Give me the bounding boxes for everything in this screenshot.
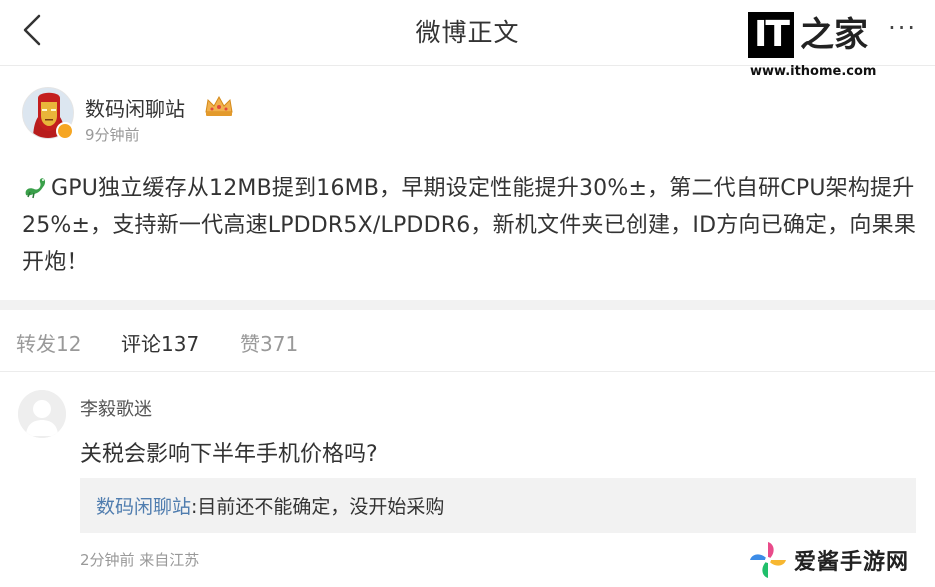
reply-box[interactable]: 数码闲聊站:目前还不能确定，没开始采购 [80,478,916,533]
tab-reposts[interactable]: 转发12 [16,328,81,357]
more-options-button[interactable]: ··· [888,14,917,42]
post-timestamp: 9分钟前 [85,126,140,144]
aijiang-watermark: 爱酱手游网 [748,537,928,583]
commenter-name[interactable]: 李毅歌迷 [80,395,152,421]
reply-author-link[interactable]: 数码闲聊站 [96,496,191,518]
tab-likes[interactable]: 赞371 [240,328,298,357]
comment-text: 关税会影响下半年手机价格吗? [80,442,378,467]
section-divider [0,300,935,310]
tab-comments[interactable]: 评论137 [121,328,199,357]
post-content: GPU独立缓存从12MB提到16MB，早期设定性能提升30%±，第二代自研CPU… [22,170,917,281]
comment-meta: 2分钟前 来自江苏 [80,551,200,569]
commenter-avatar[interactable] [18,390,66,438]
verified-badge-icon [56,122,74,140]
watermark-bottom-text: 爱酱手游网 [794,550,910,575]
pinwheel-logo-icon [750,542,786,578]
post-author-name[interactable]: 数码闲聊站 [85,93,185,122]
crown-badge-icon [205,95,233,116]
reply-text: :目前还不能确定，没开始采购 [191,496,445,518]
default-avatar-icon [18,390,66,438]
post-action-tabs: 转发12 评论137 赞371 [0,310,935,372]
dragon-emoji-icon [25,178,46,199]
post-text: GPU独立缓存从12MB提到16MB，早期设定性能提升30%±，第二代自研CPU… [22,176,917,275]
ithome-logo: IT [748,12,794,58]
ithome-watermark: IT 之家 www.ithome.com [748,12,878,86]
watermark-url: www.ithome.com [750,64,877,79]
ithome-logo-text: 之家 [799,15,868,55]
